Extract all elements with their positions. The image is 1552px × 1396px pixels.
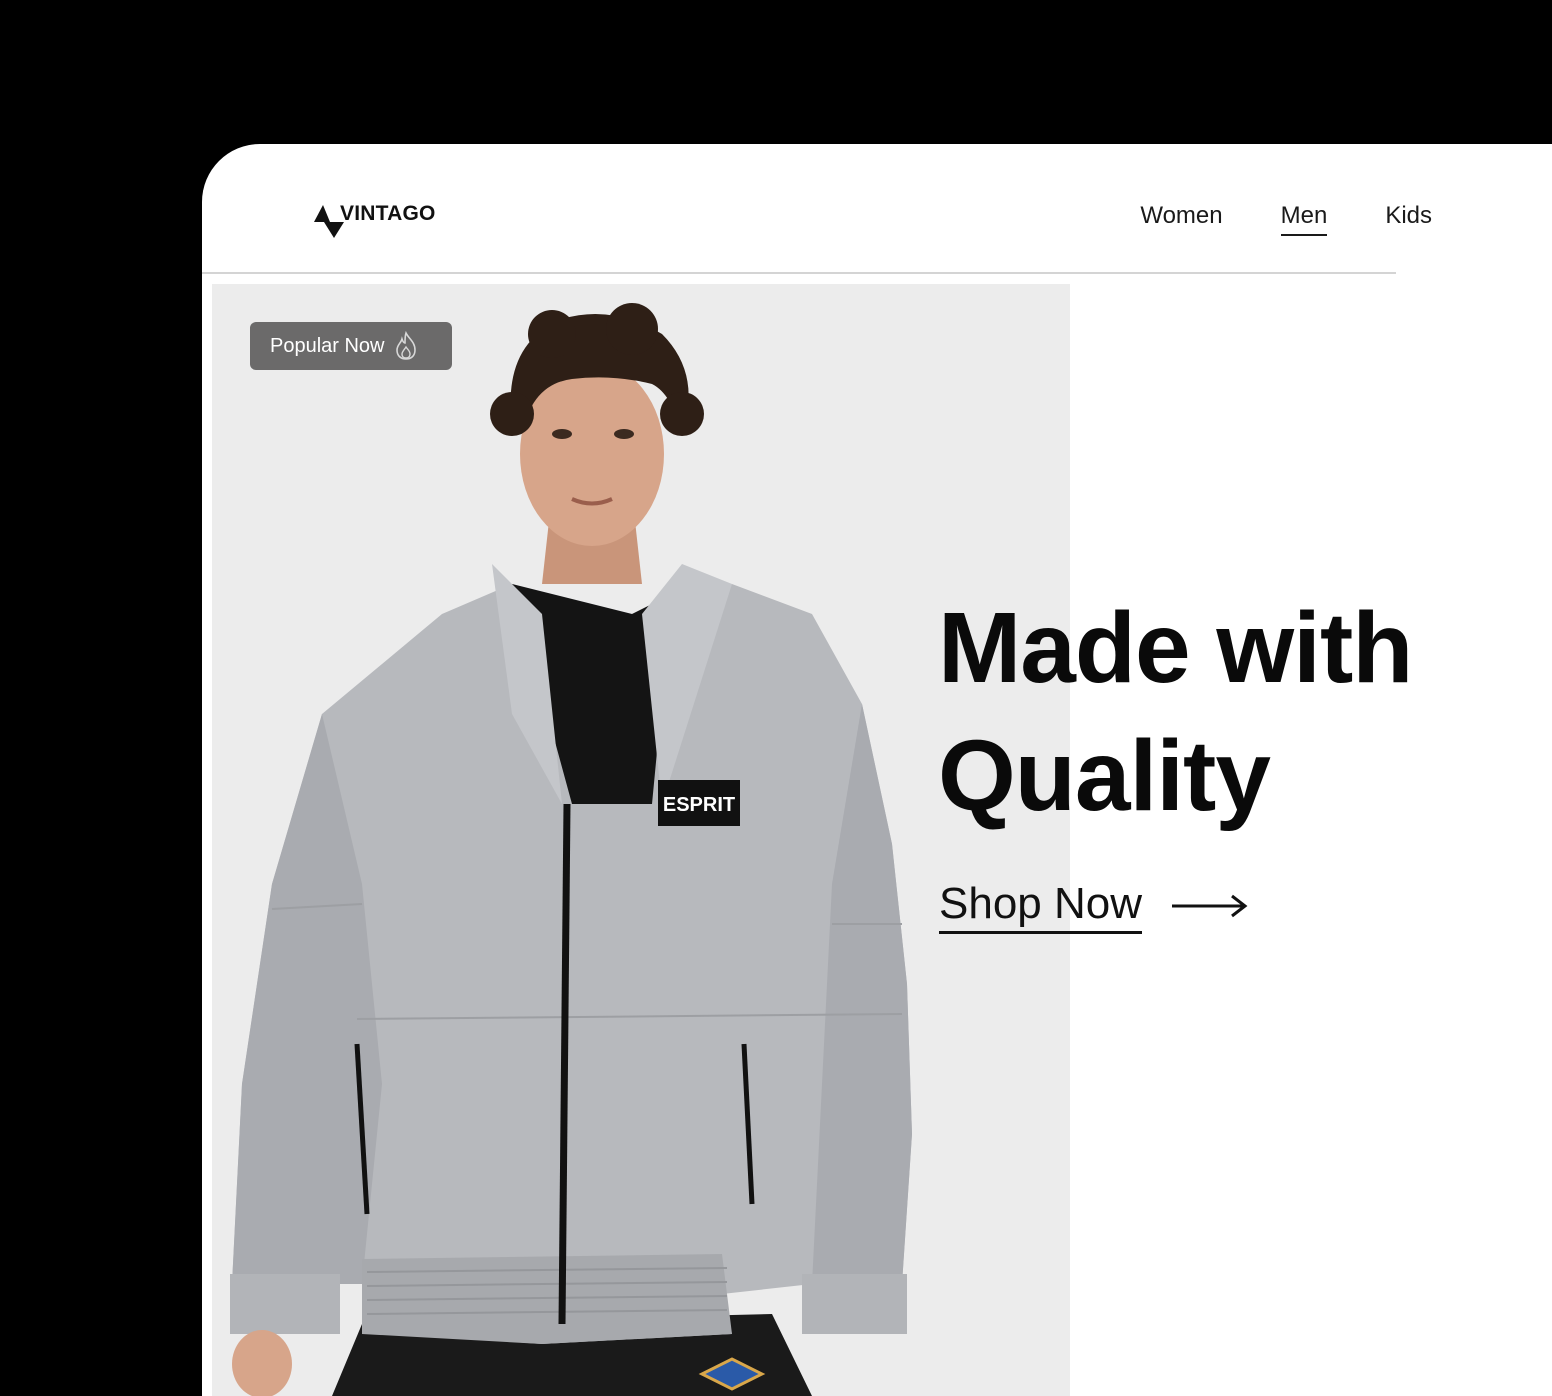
brand-name: VINTAGO [340, 202, 436, 225]
shop-now-label: Shop Now [939, 877, 1143, 934]
badge-label: Popular Now [270, 334, 385, 357]
popular-now-badge[interactable]: Popular Now [250, 322, 452, 370]
model-illustration: ESPRIT [230, 303, 912, 1396]
browser-frame: VINTAGO Women Men Kids ESPRIT Popular No… [202, 144, 1552, 1396]
headline-line-1: Made with [938, 592, 1413, 704]
nav-item-men[interactable]: Men [1280, 202, 1328, 236]
fire-icon [395, 331, 416, 360]
nav-item-kids[interactable]: Kids [1385, 202, 1432, 236]
shop-now-link[interactable]: Shop Now [939, 877, 1248, 934]
nav-item-women[interactable]: Women [1140, 202, 1222, 236]
main-nav: Women Men Kids [1140, 202, 1432, 236]
hero-image: ESPRIT [212, 284, 1070, 1396]
header-divider [202, 272, 1396, 274]
hero-headline: Made with Quality [938, 584, 1538, 840]
headline-line-2: Quality [938, 720, 1271, 832]
arrow-right-icon [1172, 894, 1248, 917]
brand-logo[interactable]: VINTAGO [314, 200, 436, 240]
jacket-patch-text: ESPRIT [663, 794, 735, 816]
